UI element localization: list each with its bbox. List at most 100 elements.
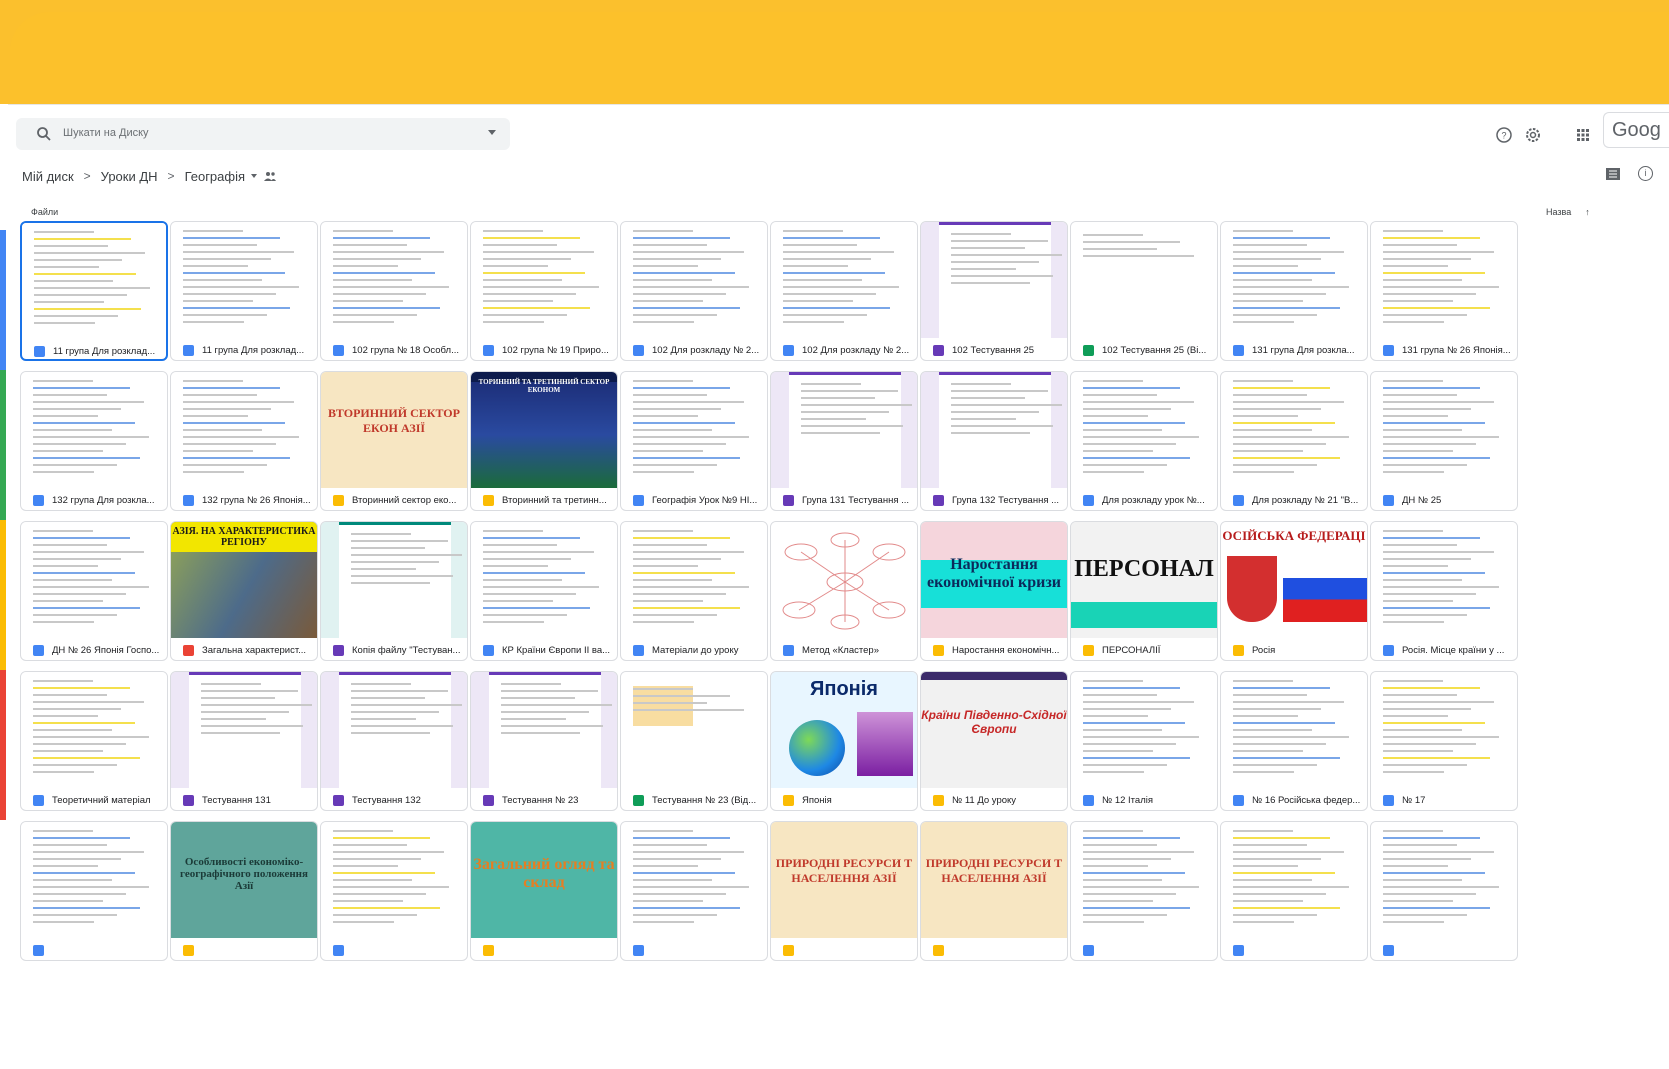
thumbnail-text-line bbox=[633, 244, 707, 246]
file-card[interactable]: Тестування 132 bbox=[320, 671, 468, 811]
sort-control[interactable]: Назва ↑ bbox=[1546, 207, 1590, 217]
file-card[interactable]: Країни Південно-Східної Європи № 11 До ур… bbox=[920, 671, 1068, 811]
file-card[interactable]: 102 Для розкладу № 2... bbox=[770, 221, 918, 361]
thumbnail-text-line bbox=[183, 387, 280, 389]
file-card[interactable]: ТОРИННИЙ ТА ТРЕТИННИЙ СЕКТОР ЕКОНОМ Втори… bbox=[470, 371, 618, 511]
pdf-file-icon bbox=[183, 644, 194, 656]
file-card[interactable]: Тестування № 23 bbox=[470, 671, 618, 811]
file-card[interactable]: Теоретичний матеріал bbox=[20, 671, 168, 811]
thumbnail-text-line bbox=[1383, 757, 1490, 759]
file-card[interactable] bbox=[620, 821, 768, 961]
file-card[interactable]: Японія Японія bbox=[770, 671, 918, 811]
file-card[interactable]: ПЕРСОНАЛ ПЕРСОНАЛІЇ bbox=[1070, 521, 1218, 661]
thumbnail-text-line bbox=[1383, 408, 1471, 410]
file-card[interactable]: Росія. Місце країни у ... bbox=[1370, 521, 1518, 661]
file-card[interactable]: Копія файлу "Тестуван... bbox=[320, 521, 468, 661]
thumbnail-text-line bbox=[1083, 408, 1171, 410]
thumbnail-text-line bbox=[34, 301, 104, 303]
thumbnail-text-line bbox=[33, 844, 107, 846]
thumbnail-text-line bbox=[1383, 572, 1485, 574]
file-card[interactable] bbox=[20, 821, 168, 961]
breadcrumb-my-drive[interactable]: Мій диск bbox=[22, 169, 74, 184]
thumbnail-text-line bbox=[633, 600, 703, 602]
file-card[interactable]: Група 132 Тестування ... bbox=[920, 371, 1068, 511]
thumbnail-text-line bbox=[783, 286, 899, 288]
file-card-footer: Росія bbox=[1221, 638, 1367, 660]
breadcrumb-lessons[interactable]: Уроки ДН bbox=[101, 169, 158, 184]
file-card[interactable]: 131 група Для розкла... bbox=[1220, 221, 1368, 361]
apps-grid-icon[interactable] bbox=[1574, 126, 1592, 144]
thumbnail-text-line bbox=[1233, 837, 1330, 839]
file-card[interactable]: Метод «Кластер» bbox=[770, 521, 918, 661]
file-card[interactable]: Наростання економічної кризи Наростання е… bbox=[920, 521, 1068, 661]
file-card[interactable] bbox=[1370, 821, 1518, 961]
thumbnail-text-line bbox=[951, 268, 1016, 270]
file-card[interactable]: ДН № 25 bbox=[1370, 371, 1518, 511]
file-card[interactable]: 102 група № 18 Особл... bbox=[320, 221, 468, 361]
file-card[interactable]: Тестування № 23 (Від... bbox=[620, 671, 768, 811]
file-card[interactable]: 11 група Для розклад... bbox=[20, 221, 168, 361]
file-card[interactable]: ВТОРИННИЙ СЕКТОР ЕКОН АЗІЇ Вторинний сект… bbox=[320, 371, 468, 511]
file-card[interactable]: Матеріали до уроку bbox=[620, 521, 768, 661]
file-card[interactable]: 132 група Для розкла... bbox=[20, 371, 168, 511]
file-thumbnail bbox=[171, 372, 317, 488]
thumbnail-text-line bbox=[33, 701, 144, 703]
file-card[interactable]: ПРИРОДНІ РЕСУРСИ Т НАСЕЛЕННЯ АЗІЇ bbox=[920, 821, 1068, 961]
list-view-icon[interactable] bbox=[1606, 168, 1620, 180]
search-input[interactable]: Шукати на Диску bbox=[63, 127, 149, 139]
file-card[interactable]: Особливості економіко- географічного пол… bbox=[170, 821, 318, 961]
file-card[interactable]: 102 Тестування 25 bbox=[920, 221, 1068, 361]
file-card[interactable]: № 12 Італія bbox=[1070, 671, 1218, 811]
file-card[interactable]: Для розкладу № 21 "В... bbox=[1220, 371, 1368, 511]
arrow-up-icon[interactable]: ↑ bbox=[1585, 207, 1590, 217]
thumbnail-text-line bbox=[33, 872, 135, 874]
file-card[interactable]: 102 Для розкладу № 2... bbox=[620, 221, 768, 361]
thumbnail-text-line bbox=[483, 286, 599, 288]
thumbnail-text-line bbox=[33, 408, 121, 410]
svg-text:?: ? bbox=[1501, 131, 1506, 141]
sort-label[interactable]: Назва bbox=[1546, 207, 1571, 217]
file-card[interactable]: 102 Тестування 25 (Ві... bbox=[1070, 221, 1218, 361]
file-card[interactable]: ПРИРОДНІ РЕСУРСИ Т НАСЕЛЕННЯ АЗІЇ bbox=[770, 821, 918, 961]
file-card[interactable]: Географія Урок №9 НІ... bbox=[620, 371, 768, 511]
thumbnail-text-line bbox=[783, 293, 876, 295]
thumbnail-text-line bbox=[633, 688, 693, 690]
google-account-logo[interactable]: Goog bbox=[1603, 112, 1669, 148]
thumbnail-text-line bbox=[633, 380, 693, 382]
info-icon[interactable]: i bbox=[1638, 166, 1653, 181]
thumbnail-text-line bbox=[1233, 457, 1340, 459]
thumbnail-text-line bbox=[183, 394, 257, 396]
file-card[interactable]: 131 група № 26 Японія... bbox=[1370, 221, 1518, 361]
thumbnail-text-line bbox=[351, 690, 448, 692]
file-name: 102 Для розкладу № 2... bbox=[802, 344, 910, 356]
file-card[interactable] bbox=[320, 821, 468, 961]
thumbnail-text-line bbox=[33, 687, 130, 689]
file-card[interactable]: 102 група № 19 Приро... bbox=[470, 221, 618, 361]
file-card[interactable]: 132 група № 26 Японія... bbox=[170, 371, 318, 511]
doc-file-icon bbox=[633, 944, 644, 956]
file-card[interactable]: 11 група Для розклад... bbox=[170, 221, 318, 361]
thumbnail-text-line bbox=[633, 558, 721, 560]
file-card[interactable]: № 16 Російська федер... bbox=[1220, 671, 1368, 811]
file-card-footer: 102 Тестування 25 bbox=[921, 338, 1067, 360]
file-card[interactable]: ДН № 26 Японія Госпо... bbox=[20, 521, 168, 661]
settings-icon[interactable] bbox=[1524, 126, 1542, 144]
file-card[interactable]: АЗІЯ. НА ХАРАКТЕРИСТИКА РЕГІОНУ Загальна … bbox=[170, 521, 318, 661]
file-card[interactable]: Тестування 131 bbox=[170, 671, 318, 811]
file-card[interactable]: КР Країни Європи ІІ ва... bbox=[470, 521, 618, 661]
file-card[interactable] bbox=[1220, 821, 1368, 961]
thumbnail-text-line bbox=[1083, 893, 1176, 895]
search-bar[interactable]: Шукати на Диску bbox=[16, 118, 510, 150]
thumbnail-text-line bbox=[801, 432, 880, 434]
file-card[interactable] bbox=[1070, 821, 1218, 961]
search-options-icon[interactable] bbox=[488, 130, 496, 135]
file-card[interactable]: Група 131 Тестування ... bbox=[770, 371, 918, 511]
help-icon[interactable]: ? bbox=[1495, 126, 1513, 144]
thumbnail-text-line bbox=[1083, 851, 1194, 853]
file-card[interactable]: № 17 bbox=[1370, 671, 1518, 811]
doc-file-icon bbox=[1383, 794, 1394, 806]
file-card[interactable]: Загальний огляд та склад bbox=[470, 821, 618, 961]
file-card[interactable]: Для розкладу урок №... bbox=[1070, 371, 1218, 511]
breadcrumb-current-folder[interactable]: Географія bbox=[185, 169, 277, 184]
file-card[interactable]: ОСІЙСЬКА ФЕДЕРАЦІ Росія bbox=[1220, 521, 1368, 661]
